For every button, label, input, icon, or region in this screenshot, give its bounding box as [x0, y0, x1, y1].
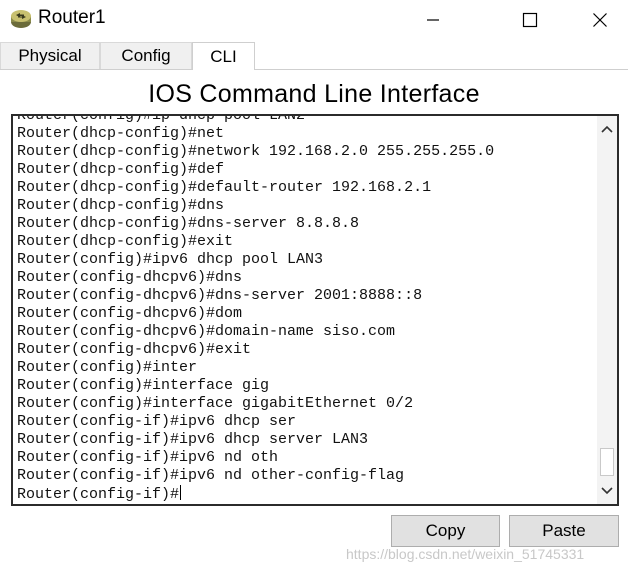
window-title: Router1 [38, 7, 106, 28]
terminal-line: Router(dhcp-config)#dns [17, 197, 494, 215]
terminal-line-text: Router(dhcp-config)#default-router 192.1… [17, 179, 432, 196]
scroll-thumb[interactable] [600, 448, 614, 476]
cli-terminal[interactable]: Router(config)#ip dhcp pool LAN2 Router(d… [11, 114, 619, 506]
terminal-line-text: Router(config-if)#ipv6 dhcp ser [17, 413, 297, 430]
terminal-line: Router(dhcp-config)#exit [17, 233, 494, 251]
terminal-line: Router(dhcp-config)#def [17, 161, 494, 179]
terminal-line: Router(config)#ip dhcp pool LAN2 [17, 114, 494, 125]
terminal-line-text: Router(dhcp-config)#network 192.168.2.0 … [17, 143, 495, 160]
tab-bar: Physical Config CLI [0, 42, 628, 70]
chevron-up-icon [601, 125, 613, 133]
terminal-line-text: Router(config-if)#ipv6 nd other-config-f… [17, 467, 405, 484]
tab-cli[interactable]: CLI [192, 42, 255, 70]
terminal-line-text: Router(dhcp-config)#def [17, 161, 225, 178]
terminal-line: Router(config)#inter [17, 359, 494, 377]
tab-config[interactable]: Config [100, 42, 192, 69]
terminal-line-text: Router(config-dhcpv6)#exit [17, 341, 252, 358]
terminal-line: Router(config-if)# [17, 485, 494, 503]
terminal-line: Router(config-dhcpv6)#domain-name siso.c… [17, 323, 494, 341]
terminal-line: Router(config-if)#ipv6 dhcp ser [17, 413, 494, 431]
paste-button[interactable]: Paste [509, 515, 619, 547]
watermark: https://blog.csdn.net/weixin_51745331 [346, 546, 585, 562]
page-title: IOS Command Line Interface [148, 80, 480, 108]
terminal-line: Router(dhcp-config)#default-router 192.1… [17, 179, 494, 197]
terminal-line-text: Router(config)#ip dhcp pool LAN2 [17, 114, 306, 124]
minimize-button[interactable] [410, 0, 456, 40]
chevron-down-icon [601, 487, 613, 495]
terminal-line: Router(config-dhcpv6)#dom [17, 305, 494, 323]
terminal-line: Router(config)#interface gigabitEthernet… [17, 395, 494, 413]
close-button[interactable] [577, 0, 623, 40]
minimize-icon [427, 19, 439, 21]
maximize-icon [522, 12, 538, 28]
terminal-line: Router(config-dhcpv6)#dns-server 2001:88… [17, 287, 494, 305]
terminal-line: Router(config-if)#ipv6 nd other-config-f… [17, 467, 494, 485]
terminal-line: Router(config-if)#ipv6 dhcp server LAN3 [17, 431, 494, 449]
scrollbar[interactable] [597, 116, 617, 504]
terminal-line-text: Router(config-if)#ipv6 nd oth [17, 449, 279, 466]
terminal-line-text: Router(config)#interface gig [17, 377, 270, 394]
scroll-track[interactable] [597, 140, 617, 478]
terminal-line-text: Router(dhcp-config)#dns [17, 197, 225, 214]
tab-physical[interactable]: Physical [0, 42, 100, 69]
terminal-line-text: Router(config-if)# [17, 486, 180, 503]
terminal-line: Router(config-if)#ipv6 nd oth [17, 449, 494, 467]
terminal-line-text: Router(config-if)#ipv6 dhcp server LAN3 [17, 431, 369, 448]
terminal-line-text: Router(config)#interface gigabitEthernet… [17, 395, 414, 412]
copy-button[interactable]: Copy [391, 515, 500, 547]
terminal-line-text: Router(config)#inter [17, 359, 198, 376]
terminal-line-text: Router(dhcp-config)#net [17, 125, 225, 142]
terminal-output: Router(config)#ip dhcp pool LAN2 Router(d… [17, 114, 494, 503]
terminal-line: Router(config-dhcpv6)#dns [17, 269, 494, 287]
terminal-line: Router(config-dhcpv6)#exit [17, 341, 494, 359]
scroll-up-button[interactable] [597, 120, 617, 138]
terminal-line: Router(dhcp-config)#net [17, 125, 494, 143]
close-icon [593, 13, 607, 27]
title-bar: Router1 [0, 0, 628, 40]
terminal-line-text: Router(dhcp-config)#dns-server 8.8.8.8 [17, 215, 360, 232]
text-cursor [180, 485, 182, 500]
scroll-down-button[interactable] [597, 482, 617, 500]
terminal-line-text: Router(config-dhcpv6)#domain-name siso.c… [17, 323, 396, 340]
terminal-line-text: Router(dhcp-config)#exit [17, 233, 234, 250]
terminal-line: Router(config)#interface gig [17, 377, 494, 395]
maximize-button[interactable] [507, 0, 553, 40]
router-icon [9, 7, 33, 31]
terminal-line-text: Router(config-dhcpv6)#dns-server 2001:88… [17, 287, 423, 304]
terminal-line: Router(config)#ipv6 dhcp pool LAN3 [17, 251, 494, 269]
terminal-line-text: Router(config-dhcpv6)#dns [17, 269, 243, 286]
terminal-line: Router(dhcp-config)#dns-server 8.8.8.8 [17, 215, 494, 233]
terminal-line-text: Router(config-dhcpv6)#dom [17, 305, 243, 322]
terminal-line-text: Router(config)#ipv6 dhcp pool LAN3 [17, 251, 324, 268]
terminal-line: Router(dhcp-config)#network 192.168.2.0 … [17, 143, 494, 161]
